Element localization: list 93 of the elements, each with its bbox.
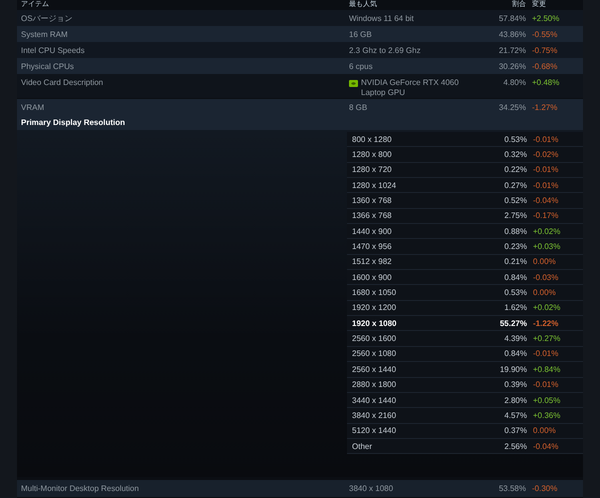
resolution: 2560 x 1440 — [352, 364, 398, 374]
change-value: -0.01% — [533, 165, 560, 174]
change-value: -0.01% — [533, 134, 560, 144]
popular-value: 6 cpus — [349, 62, 374, 70]
percent-value: 34.25% — [498, 102, 526, 112]
change-value: +0.02% — [533, 226, 562, 236]
resolution: 1600 x 900 — [352, 272, 393, 282]
resolution: 1280 x 720 — [352, 165, 393, 174]
resolution: 1680 x 1050 — [352, 288, 398, 298]
resolution: 2560 x 1080 — [352, 349, 398, 358]
change-value: -1.22% — [533, 318, 560, 328]
resolution: 2880 x 1800 — [352, 380, 398, 390]
percent-value: 0.53% — [503, 134, 527, 144]
change-value: -0.04% — [533, 196, 560, 206]
percent-value: 21.72% — [498, 46, 526, 54]
change-value: -0.02% — [533, 150, 560, 160]
percent-value: 0.39% — [503, 380, 527, 390]
item-name: Physical CPUs — [21, 62, 75, 70]
resolution: 3440 x 1440 — [352, 396, 398, 405]
percent-value: 0.23% — [503, 242, 527, 252]
section-title: Primary Display Resolution — [17, 115, 583, 130]
resolution: 1360 x 768 — [352, 196, 393, 206]
resolution: 1470 x 956 — [352, 242, 393, 252]
popular-value: 8 GB — [349, 102, 368, 112]
percent-value: 30.26% — [498, 62, 526, 70]
percent-value: 4.57% — [503, 410, 527, 420]
change-value: -0.01% — [533, 180, 560, 190]
change-value: +0.48% — [532, 78, 560, 87]
change-value: 0.00% — [533, 257, 557, 266]
popular-value: Windows 11 64 bit — [349, 14, 415, 22]
resolution: 2560 x 1600 — [352, 334, 398, 344]
change-value: 0.00% — [533, 426, 557, 436]
item-name: VRAM — [21, 102, 46, 112]
change-value: -0.75% — [532, 46, 558, 54]
change-value: +0.02% — [533, 303, 562, 312]
change-value: +0.03% — [533, 242, 562, 252]
change-value: -0.68% — [532, 62, 558, 70]
change-value: -0.03% — [533, 272, 560, 282]
resolution: 1280 x 1024 — [352, 180, 398, 190]
popular-value: NVIDIA GeForce RTX 4060 Laptop GPU — [361, 78, 460, 98]
resolution: 1512 x 982 — [352, 257, 393, 266]
percent-value: 0.84% — [503, 349, 527, 358]
resolution: 5120 x 1440 — [352, 426, 398, 436]
percent-value: 55.27% — [498, 318, 527, 328]
percent-value: 0.88% — [503, 226, 527, 236]
resolution: 1280 x 800 — [352, 150, 393, 160]
popular-value: 2.3 Ghz to 2.69 Ghz — [349, 46, 422, 54]
resolution: 3840 x 2160 — [352, 410, 398, 420]
change-value: -0.30% — [532, 484, 558, 493]
change-value: +0.84% — [533, 364, 562, 374]
percent-value: 1.62% — [503, 303, 527, 312]
percent-value: 0.27% — [503, 180, 527, 190]
resolution: 800 x 1280 — [352, 134, 393, 144]
change-value: +0.05% — [533, 396, 562, 405]
popular-value: 3840 x 1080 — [349, 484, 394, 493]
resolution: 1366 x 768 — [352, 211, 393, 220]
change-value: -1.27% — [532, 102, 558, 112]
percent-value: 4.80% — [502, 78, 526, 87]
item-name: OSバージョン — [21, 12, 74, 24]
change-value: -0.55% — [532, 30, 558, 38]
percent-value: 0.32% — [503, 150, 527, 160]
resolution: 1920 x 1080 — [352, 318, 398, 328]
percent-value: 0.21% — [503, 257, 527, 266]
resolution: 1920 x 1200 — [352, 303, 398, 312]
change-value: 0.00% — [533, 288, 557, 298]
item-name: Intel CPU Speeds — [21, 46, 86, 54]
change-value: -0.04% — [533, 442, 560, 451]
percent-value: 2.80% — [503, 396, 527, 405]
percent-value: 19.90% — [498, 364, 527, 374]
percent-value: 2.75% — [503, 211, 527, 220]
percent-value: 0.53% — [503, 288, 527, 298]
percent-value: 4.39% — [503, 334, 527, 344]
percent-value: 2.56% — [503, 442, 527, 451]
change-value: +0.27% — [533, 334, 562, 344]
item-name: System RAM — [21, 30, 69, 38]
gpu-logo-icon — [349, 80, 358, 87]
percent-value: 53.58% — [498, 484, 526, 493]
percent-value: 57.84% — [498, 14, 526, 22]
percent-value: 0.84% — [503, 272, 527, 282]
popular-value: 16 GB — [349, 30, 373, 38]
change-value: +0.36% — [533, 410, 562, 420]
change-value: +2.50% — [532, 14, 560, 22]
item-name: Video Card Description — [21, 78, 104, 87]
item-name: Multi-Monitor Desktop Resolution — [21, 484, 140, 493]
change-value: -0.01% — [533, 349, 560, 358]
change-value: -0.17% — [533, 211, 560, 220]
percent-value: 0.52% — [503, 196, 527, 206]
percent-value: 0.22% — [503, 165, 527, 174]
change-value: -0.01% — [533, 380, 560, 390]
resolution: Other — [352, 442, 374, 451]
resolution: 1440 x 900 — [352, 226, 393, 236]
percent-value: 0.37% — [503, 426, 527, 436]
percent-value: 43.86% — [498, 30, 526, 38]
